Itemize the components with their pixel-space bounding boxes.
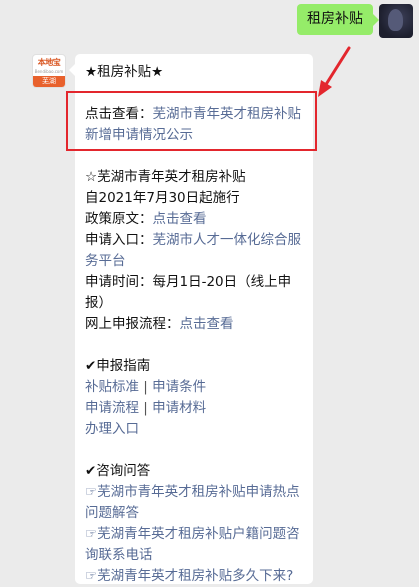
faq-link-duration[interactable]: ☞芜湖青年英才租房补贴多久下来? <box>85 566 303 587</box>
annotation-arrow <box>318 46 351 97</box>
